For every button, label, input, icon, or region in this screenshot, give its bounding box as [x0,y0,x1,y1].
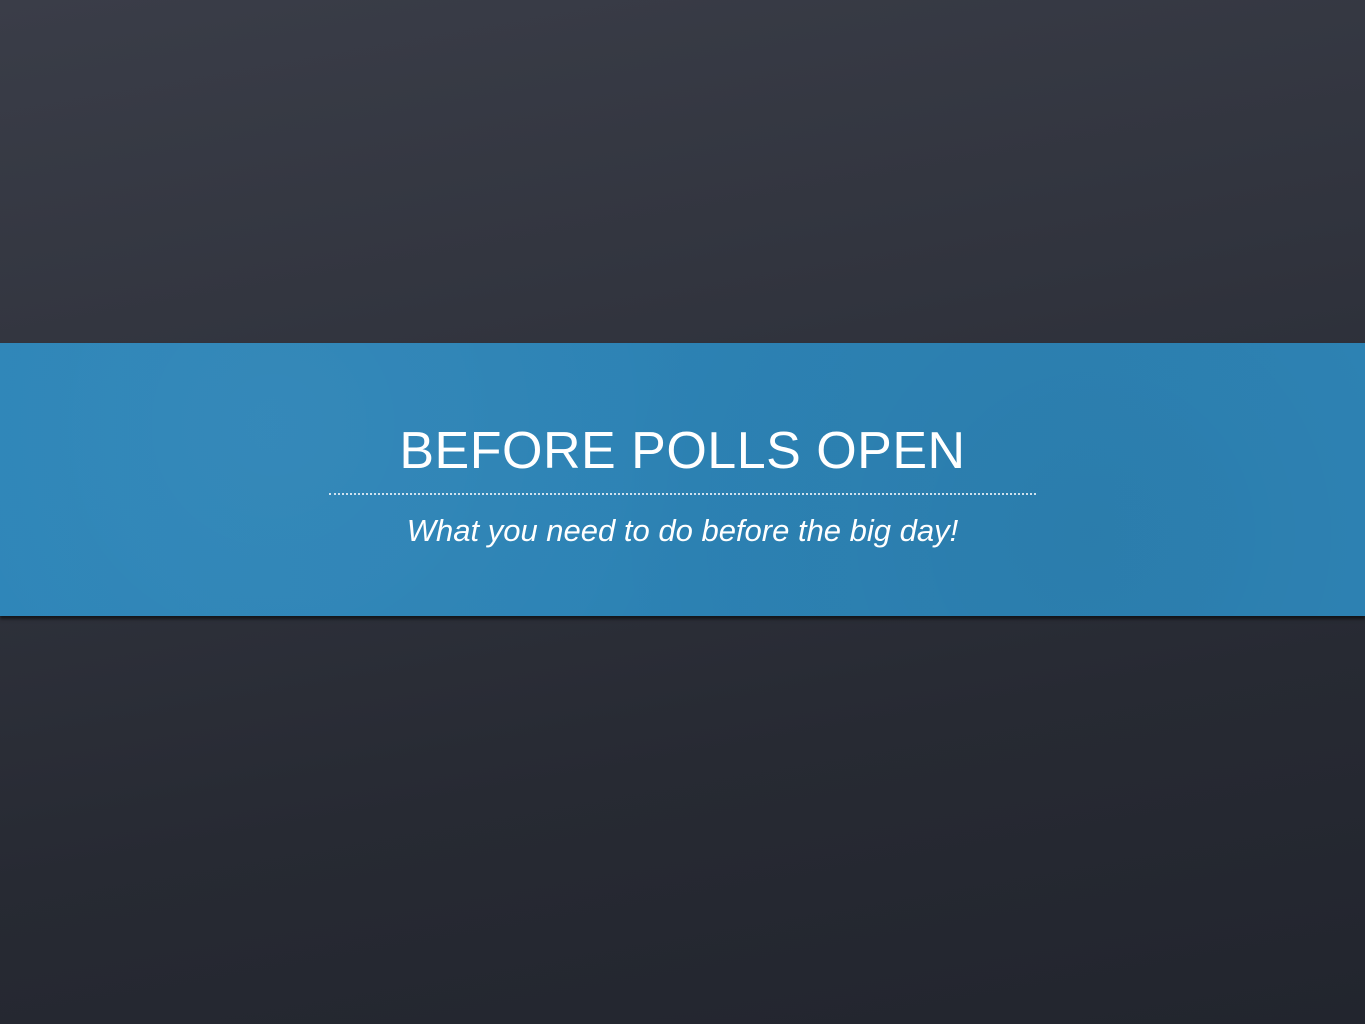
slide-title: BEFORE POLLS OPEN [399,422,966,480]
slide-subtitle: What you need to do before the big day! [406,513,959,548]
slide: BEFORE POLLS OPEN What you need to do be… [0,0,1365,1024]
dotted-divider [329,493,1036,495]
